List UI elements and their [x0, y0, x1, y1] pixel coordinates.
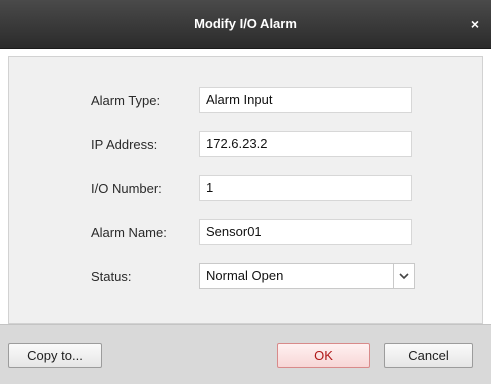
- close-icon[interactable]: ×: [465, 14, 485, 34]
- alarm-type-field[interactable]: Alarm Input: [199, 87, 412, 113]
- status-select[interactable]: Normal Open: [199, 263, 421, 289]
- io-number-field[interactable]: 1: [199, 175, 412, 201]
- alarm-name-field[interactable]: Sensor01: [199, 219, 412, 245]
- modify-io-alarm-dialog: Modify I/O Alarm × Alarm Type: Alarm Inp…: [0, 0, 491, 384]
- ip-address-label: IP Address:: [91, 137, 158, 152]
- copy-to-button[interactable]: Copy to...: [8, 343, 102, 368]
- title-bar: Modify I/O Alarm ×: [0, 0, 491, 49]
- alarm-type-row: Alarm Type: Alarm Input: [9, 87, 482, 113]
- alarm-name-row: Alarm Name: Sensor01: [9, 219, 482, 245]
- io-number-label: I/O Number:: [91, 181, 162, 196]
- ip-address-field[interactable]: 172.6.23.2: [199, 131, 412, 157]
- io-number-row: I/O Number: 1: [9, 175, 482, 201]
- status-label: Status:: [91, 269, 132, 284]
- form-panel: Alarm Type: Alarm Input IP Address: 172.…: [8, 56, 483, 324]
- alarm-name-label: Alarm Name:: [91, 225, 167, 240]
- dialog-footer: Copy to... OK Cancel: [0, 324, 491, 384]
- ok-button[interactable]: OK: [277, 343, 370, 368]
- status-selected-value[interactable]: Normal Open: [199, 263, 393, 289]
- status-row: Status: Normal Open: [9, 263, 482, 289]
- chevron-down-icon[interactable]: [393, 263, 415, 289]
- cancel-button[interactable]: Cancel: [384, 343, 473, 368]
- dialog-title: Modify I/O Alarm: [194, 16, 297, 31]
- ip-address-row: IP Address: 172.6.23.2: [9, 131, 482, 157]
- alarm-type-label: Alarm Type:: [91, 93, 161, 108]
